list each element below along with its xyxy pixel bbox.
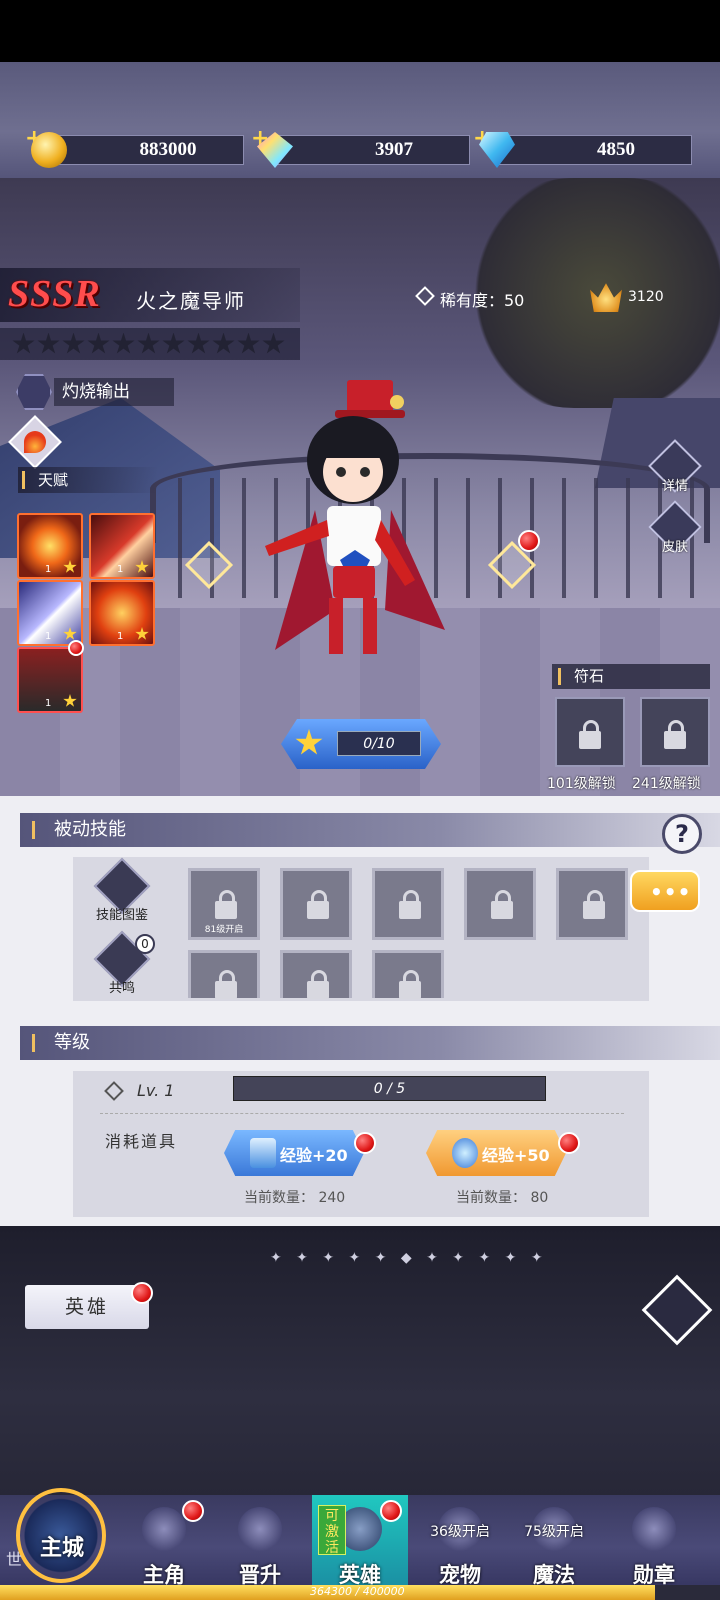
resonance-count: 0	[135, 934, 155, 954]
passive-slot-6[interactable]	[188, 950, 260, 999]
nav-protagonist-red-dot	[182, 1500, 204, 1522]
player-exp-progress: 364300 / 400000	[0, 1585, 720, 1600]
exp-50-button[interactable]: 经验+50	[426, 1130, 566, 1176]
passive-slot-1[interactable]: 81级开启	[188, 868, 260, 940]
gold-coin-icon	[31, 132, 67, 168]
can-activate-badge: 可激活	[318, 1505, 346, 1556]
hero-tab-red-dot	[131, 1282, 153, 1304]
nav-medal[interactable]: 勋章	[606, 1495, 702, 1595]
rune-slot-1[interactable]	[555, 697, 625, 767]
lock-icon	[307, 890, 329, 919]
next-hero-red-dot	[518, 530, 540, 552]
passive-slot-8[interactable]	[372, 950, 444, 999]
rune-slot-2-unlock: 241级解锁	[632, 776, 701, 792]
exp-20-count: 当前数量： 240	[244, 1190, 346, 1206]
star-icon	[37, 332, 60, 354]
lock-icon	[579, 720, 601, 749]
lock-icon	[307, 970, 329, 999]
passive-skill-header: 被动技能	[20, 813, 720, 847]
rune-header: 符石	[552, 664, 710, 689]
talent-skill-4[interactable]: 1	[89, 580, 155, 646]
help-button[interactable]: ?	[662, 814, 702, 854]
promotion-icon	[238, 1507, 282, 1551]
protagonist-icon	[142, 1507, 186, 1551]
lock-icon	[399, 890, 421, 919]
star-icon	[63, 694, 77, 707]
star-icon	[63, 560, 77, 573]
star-up-icon	[295, 729, 323, 755]
passive-slot-5[interactable]	[556, 868, 628, 940]
nav-magic[interactable]: 75级开启 魔法	[506, 1495, 602, 1595]
talent-header: 天赋	[18, 467, 158, 493]
hero-character[interactable]	[255, 380, 455, 680]
star-icon	[212, 332, 235, 354]
rune-slot-2[interactable]	[640, 697, 710, 767]
nav-hero-red-dot	[380, 1500, 402, 1522]
lock-icon	[491, 890, 513, 919]
star-icon	[87, 332, 110, 354]
star-icon	[137, 332, 160, 354]
hero-stars	[0, 328, 300, 360]
star-icon	[112, 332, 135, 354]
exp-50-red-dot	[558, 1132, 580, 1154]
exp-gem-icon	[452, 1138, 478, 1168]
bottom-area	[0, 1226, 720, 1510]
hero-grade: SSSR	[8, 273, 101, 315]
crystal-currency[interactable]: + 3907	[251, 126, 470, 168]
consume-label: 消耗道具	[105, 1132, 178, 1151]
hero-power: 3120	[628, 289, 664, 305]
exp-50-count: 当前数量： 80	[456, 1190, 549, 1206]
passive-slot-4[interactable]	[464, 868, 536, 940]
star-up-button[interactable]: 0/10	[281, 719, 441, 769]
star-icon	[62, 332, 85, 354]
skill-red-dot	[68, 640, 84, 656]
lock-icon	[664, 720, 686, 749]
class-icon	[16, 374, 52, 410]
lock-icon	[583, 890, 605, 919]
diamond-currency[interactable]: + 4850	[473, 126, 692, 168]
medal-icon	[632, 1507, 676, 1551]
main-city-label: 主城	[40, 1536, 85, 1561]
exp-bar: 0 / 5	[233, 1076, 546, 1101]
nav-promotion[interactable]: 晋升	[212, 1495, 308, 1595]
status-bar	[0, 0, 720, 62]
star-icon	[12, 332, 35, 354]
talent-skill-2[interactable]: 1	[89, 513, 155, 579]
exp-20-button[interactable]: 经验+20	[224, 1130, 364, 1176]
star-icon	[262, 332, 285, 354]
nav-pet[interactable]: 36级开启 宠物	[412, 1495, 508, 1595]
world-label: 世	[6, 1550, 23, 1569]
star-icon	[187, 332, 210, 354]
detail-button[interactable]: 详情	[648, 439, 702, 494]
hero-class-badge[interactable]: 灼烧输出	[16, 374, 174, 410]
rune-slot-1-unlock: 101级解锁	[547, 776, 616, 792]
lock-icon	[399, 970, 421, 999]
lock-icon	[215, 890, 237, 919]
talent-skill-1[interactable]: 1	[17, 513, 83, 579]
star-icon	[162, 332, 185, 354]
star-icon	[135, 560, 149, 573]
exp-20-red-dot	[354, 1132, 376, 1154]
skill-codex-button[interactable]: 技能图鉴	[92, 857, 152, 923]
rarity-value: 稀有度：50	[440, 291, 525, 310]
skin-button[interactable]: 皮肤	[648, 500, 702, 555]
level-header: 等级	[20, 1026, 720, 1060]
level-label: Lv. 1	[137, 1081, 175, 1100]
star-icon	[63, 627, 77, 640]
passive-slot-2[interactable]	[280, 868, 352, 940]
exp-potion-icon	[250, 1138, 276, 1168]
chat-bubble-button[interactable]: •••	[630, 870, 700, 912]
divider	[100, 1113, 624, 1114]
talent-skill-3[interactable]: 1	[17, 580, 83, 646]
star-icon	[237, 332, 260, 354]
ornament-divider: ✦ ✦ ✦ ✦ ✦ ◆ ✦ ✦ ✦ ✦ ✦	[270, 1250, 548, 1266]
hero-name: 火之魔导师	[136, 289, 246, 313]
talent-skill-5[interactable]: 1	[17, 647, 83, 713]
passive-slot-3[interactable]	[372, 868, 444, 940]
star-icon	[135, 627, 149, 640]
star-up-progress: 0/10	[337, 731, 421, 756]
lock-icon	[215, 970, 237, 999]
gold-currency[interactable]: + 883000	[25, 126, 244, 168]
passive-slot-7[interactable]	[280, 950, 352, 999]
